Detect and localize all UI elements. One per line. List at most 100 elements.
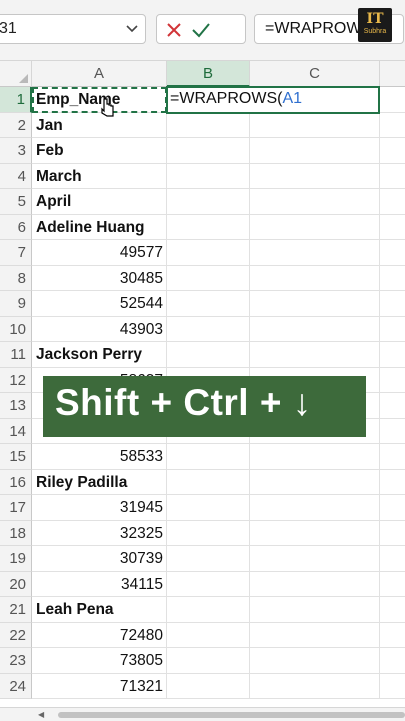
cell-b[interactable] xyxy=(167,444,250,470)
cell-d[interactable] xyxy=(380,572,405,597)
cell-a[interactable]: 72480 xyxy=(32,622,167,648)
row-header[interactable]: 3 xyxy=(0,138,32,164)
cell-c[interactable] xyxy=(250,189,380,215)
row-header[interactable]: 24 xyxy=(0,673,32,699)
row-header[interactable]: 21 xyxy=(0,597,32,623)
column-header-d[interactable] xyxy=(380,61,405,87)
row-header[interactable]: 15 xyxy=(0,444,32,470)
cell-a[interactable]: Adeline Huang xyxy=(32,214,167,240)
cell-c[interactable] xyxy=(250,342,380,368)
cell-b[interactable] xyxy=(167,673,250,699)
cell-b[interactable] xyxy=(167,597,250,623)
cell-d[interactable] xyxy=(380,266,405,291)
cell-d[interactable] xyxy=(380,393,405,419)
cell-d[interactable] xyxy=(380,546,405,572)
cell-d[interactable] xyxy=(380,291,405,317)
row-header[interactable]: 2 xyxy=(0,112,32,138)
row-header[interactable]: 6 xyxy=(0,214,32,240)
cell-a[interactable]: 31945 xyxy=(32,495,167,521)
cell-b[interactable] xyxy=(167,546,250,572)
cell-d[interactable] xyxy=(380,444,405,470)
cell-c[interactable] xyxy=(250,546,380,572)
cell-a[interactable]: April xyxy=(32,189,167,215)
column-header-b[interactable]: B xyxy=(167,61,250,87)
cell-c[interactable] xyxy=(250,163,380,189)
cell-b[interactable] xyxy=(167,316,250,342)
cell-c[interactable] xyxy=(250,112,380,138)
cell-b[interactable] xyxy=(167,622,250,648)
row-header[interactable]: 20 xyxy=(0,571,32,597)
cell-a[interactable]: Leah Pena xyxy=(32,597,167,623)
cell-a[interactable]: Riley Padilla xyxy=(32,469,167,495)
cell-c[interactable] xyxy=(250,265,380,291)
scrollbar-thumb[interactable] xyxy=(58,712,405,718)
cell-b[interactable] xyxy=(167,520,250,546)
cell-a[interactable]: 71321 xyxy=(32,673,167,699)
row-header[interactable]: 7 xyxy=(0,240,32,266)
cell-a[interactable]: 52544 xyxy=(32,291,167,317)
row-header[interactable]: 17 xyxy=(0,495,32,521)
cell-d[interactable] xyxy=(380,87,405,113)
cell-a[interactable]: March xyxy=(32,163,167,189)
cell-c[interactable] xyxy=(250,138,380,164)
cell-a[interactable]: 73805 xyxy=(32,648,167,674)
row-header[interactable]: 23 xyxy=(0,648,32,674)
cell-b[interactable] xyxy=(167,469,250,495)
cell-b[interactable] xyxy=(167,495,250,521)
cell-c[interactable] xyxy=(250,495,380,521)
row-header[interactable]: 1 xyxy=(0,87,32,113)
cell-c[interactable] xyxy=(250,240,380,266)
row-header[interactable]: 8 xyxy=(0,265,32,291)
row-header[interactable]: 14 xyxy=(0,418,32,444)
cell-d[interactable] xyxy=(380,495,405,521)
cell-b[interactable] xyxy=(167,112,250,138)
cell-d[interactable] xyxy=(380,419,405,444)
cell-c[interactable] xyxy=(250,648,380,674)
cell-b[interactable] xyxy=(167,214,250,240)
cell-d[interactable] xyxy=(380,138,405,164)
cell-c[interactable] xyxy=(250,469,380,495)
cell-d[interactable] xyxy=(380,597,405,623)
cell-a[interactable]: Jackson Perry xyxy=(32,342,167,368)
cell-c[interactable] xyxy=(250,622,380,648)
cell-c[interactable] xyxy=(250,571,380,597)
cell-b[interactable] xyxy=(167,189,250,215)
row-header[interactable]: 19 xyxy=(0,546,32,572)
cell-b[interactable] xyxy=(167,342,250,368)
cell-d[interactable] xyxy=(380,470,405,495)
cell-c[interactable] xyxy=(250,291,380,317)
active-cell-editor[interactable]: =WRAPROWS(A1 xyxy=(166,86,380,114)
cell-a[interactable]: 30739 xyxy=(32,546,167,572)
cell-a[interactable]: 30485 xyxy=(32,265,167,291)
row-header[interactable]: 18 xyxy=(0,520,32,546)
cell-c[interactable] xyxy=(250,444,380,470)
scroll-left-arrow-icon[interactable]: ◀ xyxy=(38,710,44,719)
select-all-button[interactable] xyxy=(0,61,32,87)
chevron-down-icon[interactable] xyxy=(125,21,139,35)
cell-d[interactable] xyxy=(380,113,405,138)
cell-d[interactable] xyxy=(380,674,405,699)
check-icon[interactable] xyxy=(191,21,211,39)
row-header[interactable]: 12 xyxy=(0,367,32,393)
row-header[interactable]: 13 xyxy=(0,393,32,419)
cell-c[interactable] xyxy=(250,673,380,699)
cell-c[interactable] xyxy=(250,316,380,342)
column-header-a[interactable]: A xyxy=(32,61,167,87)
cell-d[interactable] xyxy=(380,342,405,368)
row-header[interactable]: 16 xyxy=(0,469,32,495)
cell-b[interactable] xyxy=(167,291,250,317)
row-header[interactable]: 4 xyxy=(0,163,32,189)
row-header[interactable]: 11 xyxy=(0,342,32,368)
cell-a[interactable]: 49577 xyxy=(32,240,167,266)
cell-d[interactable] xyxy=(380,317,405,342)
row-header[interactable]: 9 xyxy=(0,291,32,317)
cell-b[interactable] xyxy=(167,265,250,291)
row-header[interactable]: 22 xyxy=(0,622,32,648)
cell-c[interactable] xyxy=(250,597,380,623)
cell-d[interactable] xyxy=(380,189,405,215)
cell-b[interactable] xyxy=(167,648,250,674)
cell-d[interactable] xyxy=(380,215,405,240)
row-header[interactable]: 10 xyxy=(0,316,32,342)
column-header-c[interactable]: C xyxy=(250,61,380,87)
cell-b[interactable] xyxy=(167,571,250,597)
